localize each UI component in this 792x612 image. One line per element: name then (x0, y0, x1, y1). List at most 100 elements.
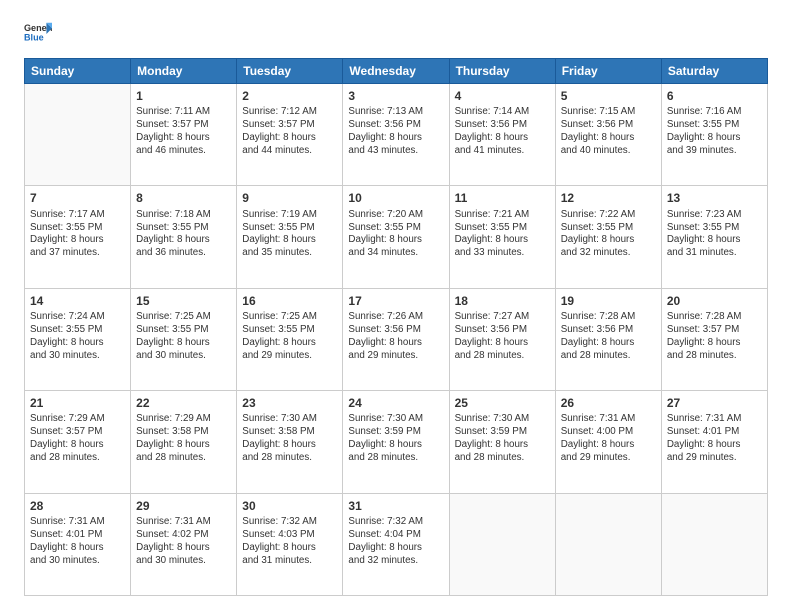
calendar-cell: 8 Sunrise: 7:18 AM Sunset: 3:55 PM Daylig… (131, 186, 237, 288)
day-info: Sunrise: 7:18 AM Sunset: 3:55 PM Dayligh… (136, 209, 231, 261)
day-info: Sunrise: 7:16 AM Sunset: 3:55 PM Dayligh… (667, 106, 762, 158)
day-info: Sunrise: 7:32 AM Sunset: 4:04 PM Dayligh… (348, 516, 443, 568)
day-info: Sunrise: 7:30 AM Sunset: 3:59 PM Dayligh… (455, 413, 550, 465)
day-info: Sunrise: 7:14 AM Sunset: 3:56 PM Dayligh… (455, 106, 550, 158)
day-info: Sunrise: 7:21 AM Sunset: 3:55 PM Dayligh… (455, 209, 550, 261)
calendar-cell: 4 Sunrise: 7:14 AM Sunset: 3:56 PM Daylig… (449, 84, 555, 186)
day-number: 2 (242, 88, 337, 104)
day-number: 7 (30, 190, 125, 206)
calendar-cell: 26 Sunrise: 7:31 AM Sunset: 4:00 PM Dayli… (555, 391, 661, 493)
day-number: 5 (561, 88, 656, 104)
calendar-day-header: Friday (555, 59, 661, 84)
calendar-week-row: 14 Sunrise: 7:24 AM Sunset: 3:55 PM Dayli… (25, 288, 768, 390)
calendar-day-header: Monday (131, 59, 237, 84)
calendar-cell: 19Sunrise: 7:28 AM Sunset: 3:56 PM Dayli… (555, 288, 661, 390)
day-info: Sunrise: 7:31 AM Sunset: 4:01 PM Dayligh… (667, 413, 762, 465)
day-number: 16 (242, 293, 337, 309)
day-info: Sunrise: 7:13 AM Sunset: 3:56 PM Dayligh… (348, 106, 443, 158)
calendar-cell: 22Sunrise: 7:29 AM Sunset: 3:58 PM Dayli… (131, 391, 237, 493)
calendar-week-row: 21 Sunrise: 7:29 AM Sunset: 3:57 PM Dayli… (25, 391, 768, 493)
calendar-cell (661, 493, 767, 595)
day-number: 10 (348, 190, 443, 206)
logo-icon: General Blue (24, 20, 52, 48)
day-info: Sunrise: 7:12 AM Sunset: 3:57 PM Dayligh… (242, 106, 337, 158)
calendar-week-row: 28 Sunrise: 7:31 AM Sunset: 4:01 PM Dayli… (25, 493, 768, 595)
calendar-cell (555, 493, 661, 595)
day-info: Sunrise: 7:25 AM Sunset: 3:55 PM Dayligh… (136, 311, 231, 363)
day-number: 27 (667, 395, 762, 411)
calendar-cell: 3 Sunrise: 7:13 AM Sunset: 3:56 PM Daylig… (343, 84, 449, 186)
day-number: 31 (348, 498, 443, 514)
day-info: Sunrise: 7:31 AM Sunset: 4:01 PM Dayligh… (30, 516, 125, 568)
calendar-cell: 20Sunrise: 7:28 AM Sunset: 3:57 PM Dayli… (661, 288, 767, 390)
day-number: 15 (136, 293, 231, 309)
day-number: 8 (136, 190, 231, 206)
calendar-day-header: Wednesday (343, 59, 449, 84)
day-info: Sunrise: 7:25 AM Sunset: 3:55 PM Dayligh… (242, 311, 337, 363)
day-info: Sunrise: 7:31 AM Sunset: 4:00 PM Dayligh… (561, 413, 656, 465)
svg-text:Blue: Blue (24, 32, 44, 42)
calendar-header-row: SundayMondayTuesdayWednesdayThursdayFrid… (25, 59, 768, 84)
day-info: Sunrise: 7:30 AM Sunset: 3:59 PM Dayligh… (348, 413, 443, 465)
calendar-cell: 6 Sunrise: 7:16 AM Sunset: 3:55 PM Daylig… (661, 84, 767, 186)
calendar-cell: 28 Sunrise: 7:31 AM Sunset: 4:01 PM Dayli… (25, 493, 131, 595)
calendar-cell: 13 Sunrise: 7:23 AM Sunset: 3:55 PM Dayli… (661, 186, 767, 288)
day-info: Sunrise: 7:29 AM Sunset: 3:57 PM Dayligh… (30, 413, 125, 465)
calendar-day-header: Tuesday (237, 59, 343, 84)
day-number: 19 (561, 293, 656, 309)
day-info: Sunrise: 7:20 AM Sunset: 3:55 PM Dayligh… (348, 209, 443, 261)
calendar-cell: 18 Sunrise: 7:27 AM Sunset: 3:56 PM Dayli… (449, 288, 555, 390)
day-info: Sunrise: 7:11 AM Sunset: 3:57 PM Dayligh… (136, 106, 231, 158)
calendar-cell: 9 Sunrise: 7:19 AM Sunset: 3:55 PM Daylig… (237, 186, 343, 288)
calendar-cell: 11 Sunrise: 7:21 AM Sunset: 3:55 PM Dayli… (449, 186, 555, 288)
calendar-cell: 30 Sunrise: 7:32 AM Sunset: 4:03 PM Dayli… (237, 493, 343, 595)
day-number: 23 (242, 395, 337, 411)
calendar-week-row: 1 Sunrise: 7:11 AM Sunset: 3:57 PM Daylig… (25, 84, 768, 186)
day-number: 18 (455, 293, 550, 309)
day-number: 24 (348, 395, 443, 411)
day-info: Sunrise: 7:24 AM Sunset: 3:55 PM Dayligh… (30, 311, 125, 363)
day-number: 3 (348, 88, 443, 104)
day-number: 6 (667, 88, 762, 104)
calendar-cell: 12 Sunrise: 7:22 AM Sunset: 3:55 PM Dayli… (555, 186, 661, 288)
day-number: 26 (561, 395, 656, 411)
day-number: 30 (242, 498, 337, 514)
calendar-cell: 31 Sunrise: 7:32 AM Sunset: 4:04 PM Dayli… (343, 493, 449, 595)
calendar-table: SundayMondayTuesdayWednesdayThursdayFrid… (24, 58, 768, 596)
day-info: Sunrise: 7:31 AM Sunset: 4:02 PM Dayligh… (136, 516, 231, 568)
day-number: 1 (136, 88, 231, 104)
calendar-cell (449, 493, 555, 595)
calendar-cell: 29Sunrise: 7:31 AM Sunset: 4:02 PM Dayli… (131, 493, 237, 595)
calendar-cell: 7Sunrise: 7:17 AM Sunset: 3:55 PM Daylig… (25, 186, 131, 288)
day-info: Sunrise: 7:26 AM Sunset: 3:56 PM Dayligh… (348, 311, 443, 363)
calendar-cell: 25Sunrise: 7:30 AM Sunset: 3:59 PM Dayli… (449, 391, 555, 493)
day-info: Sunrise: 7:22 AM Sunset: 3:55 PM Dayligh… (561, 209, 656, 261)
day-info: Sunrise: 7:23 AM Sunset: 3:55 PM Dayligh… (667, 209, 762, 261)
day-info: Sunrise: 7:32 AM Sunset: 4:03 PM Dayligh… (242, 516, 337, 568)
day-number: 14 (30, 293, 125, 309)
calendar-day-header: Thursday (449, 59, 555, 84)
header: General Blue (24, 20, 768, 48)
calendar-cell: 23Sunrise: 7:30 AM Sunset: 3:58 PM Dayli… (237, 391, 343, 493)
calendar-week-row: 7Sunrise: 7:17 AM Sunset: 3:55 PM Daylig… (25, 186, 768, 288)
day-number: 21 (30, 395, 125, 411)
day-number: 9 (242, 190, 337, 206)
calendar-cell: 27 Sunrise: 7:31 AM Sunset: 4:01 PM Dayli… (661, 391, 767, 493)
calendar-cell (25, 84, 131, 186)
day-number: 4 (455, 88, 550, 104)
day-number: 28 (30, 498, 125, 514)
day-info: Sunrise: 7:19 AM Sunset: 3:55 PM Dayligh… (242, 209, 337, 261)
day-number: 13 (667, 190, 762, 206)
calendar-cell: 24 Sunrise: 7:30 AM Sunset: 3:59 PM Dayli… (343, 391, 449, 493)
calendar-cell: 21 Sunrise: 7:29 AM Sunset: 3:57 PM Dayli… (25, 391, 131, 493)
calendar-cell: 10 Sunrise: 7:20 AM Sunset: 3:55 PM Dayli… (343, 186, 449, 288)
day-number: 11 (455, 190, 550, 206)
day-number: 22 (136, 395, 231, 411)
day-number: 12 (561, 190, 656, 206)
calendar-cell: 2 Sunrise: 7:12 AM Sunset: 3:57 PM Daylig… (237, 84, 343, 186)
day-info: Sunrise: 7:27 AM Sunset: 3:56 PM Dayligh… (455, 311, 550, 363)
calendar-cell: 1 Sunrise: 7:11 AM Sunset: 3:57 PM Daylig… (131, 84, 237, 186)
day-info: Sunrise: 7:28 AM Sunset: 3:57 PM Dayligh… (667, 311, 762, 363)
page: General Blue SundayMondayTuesdayWednesda… (0, 0, 792, 612)
day-info: Sunrise: 7:15 AM Sunset: 3:56 PM Dayligh… (561, 106, 656, 158)
